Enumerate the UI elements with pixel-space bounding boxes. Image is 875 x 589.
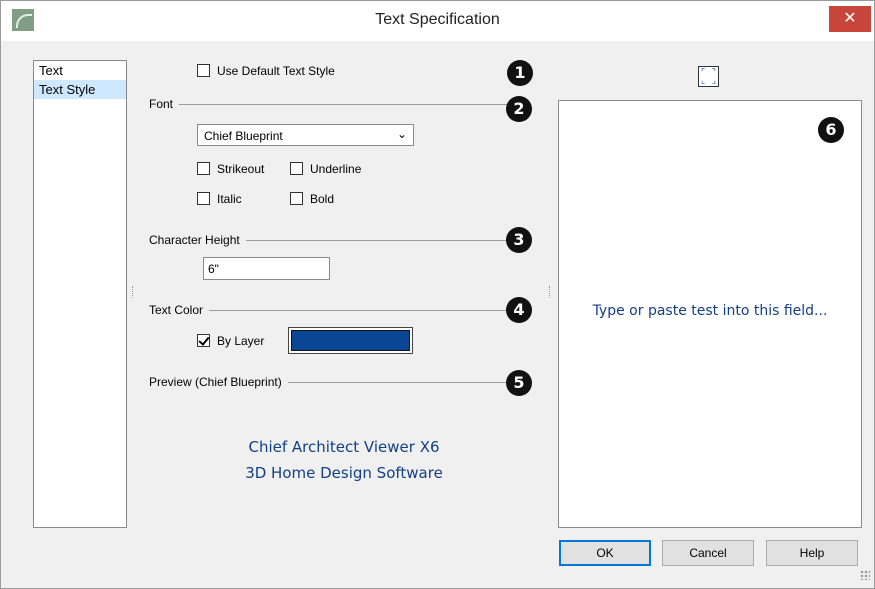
list-item-text-style[interactable]: Text Style xyxy=(34,80,126,99)
color-section-label: Text Color xyxy=(149,303,210,317)
underline-checkbox[interactable] xyxy=(290,162,303,175)
cancel-button[interactable]: Cancel xyxy=(662,540,754,566)
color-swatch-fill xyxy=(291,330,410,351)
callout-3: 3 xyxy=(506,227,532,253)
dialog-title: Text Specification xyxy=(375,11,500,28)
check-icon xyxy=(198,334,210,346)
strikeout-checkbox[interactable] xyxy=(197,162,210,175)
font-divider xyxy=(149,104,519,105)
by-layer-checkbox[interactable] xyxy=(197,334,210,347)
italic-label: Italic xyxy=(217,192,242,206)
splitter-handle-right[interactable] xyxy=(549,286,552,298)
category-list[interactable]: Text Text Style xyxy=(33,60,127,528)
character-height-input[interactable]: 6" xyxy=(203,257,330,280)
dialog-window: Text Specification ✕ Text Text Style Use… xyxy=(0,0,875,589)
list-item-text[interactable]: Text xyxy=(34,61,126,80)
splitter-handle-left[interactable] xyxy=(132,286,135,298)
help-button[interactable]: Help xyxy=(766,540,858,566)
font-section-label: Font xyxy=(149,97,180,111)
preview-section-label: Preview (Chief Blueprint) xyxy=(149,375,288,389)
callout-4: 4 xyxy=(506,297,532,323)
font-select-value: Chief Blueprint xyxy=(204,129,283,143)
text-field-placeholder: Type or paste test into this field... xyxy=(592,303,828,319)
callout-6: 6 xyxy=(818,117,844,143)
preview-line-1: Chief Architect Viewer X6 xyxy=(248,438,440,456)
height-section-label: Character Height xyxy=(149,233,246,247)
use-default-checkbox[interactable] xyxy=(197,64,210,77)
ok-button[interactable]: OK xyxy=(559,540,651,566)
chevron-down-icon: ⌄ xyxy=(396,127,407,141)
close-button[interactable]: ✕ xyxy=(829,6,871,32)
use-default-label: Use Default Text Style xyxy=(217,64,335,78)
text-color-button[interactable] xyxy=(288,327,413,354)
callout-5: 5 xyxy=(506,370,532,396)
close-icon: ✕ xyxy=(843,10,857,27)
preview-line-2: 3D Home Design Software xyxy=(245,464,443,482)
underline-label: Underline xyxy=(310,162,362,176)
italic-checkbox[interactable] xyxy=(197,192,210,205)
bold-checkbox[interactable] xyxy=(290,192,303,205)
strikeout-label: Strikeout xyxy=(217,162,265,176)
callout-2: 2 xyxy=(506,96,532,122)
text-entry-field[interactable]: 6 Type or paste test into this field... xyxy=(558,100,862,528)
character-height-value: 6" xyxy=(208,262,219,276)
title-bar[interactable]: Text Specification ✕ xyxy=(1,1,874,41)
expand-icon[interactable]: ⌜ ⌝ ⌞ ⌟ xyxy=(698,66,719,87)
resize-grip-icon[interactable] xyxy=(860,570,870,580)
bold-label: Bold xyxy=(310,192,335,206)
callout-1: 1 xyxy=(507,60,533,86)
by-layer-label: By Layer xyxy=(217,334,265,348)
font-select[interactable]: Chief Blueprint ⌄ xyxy=(197,124,414,146)
